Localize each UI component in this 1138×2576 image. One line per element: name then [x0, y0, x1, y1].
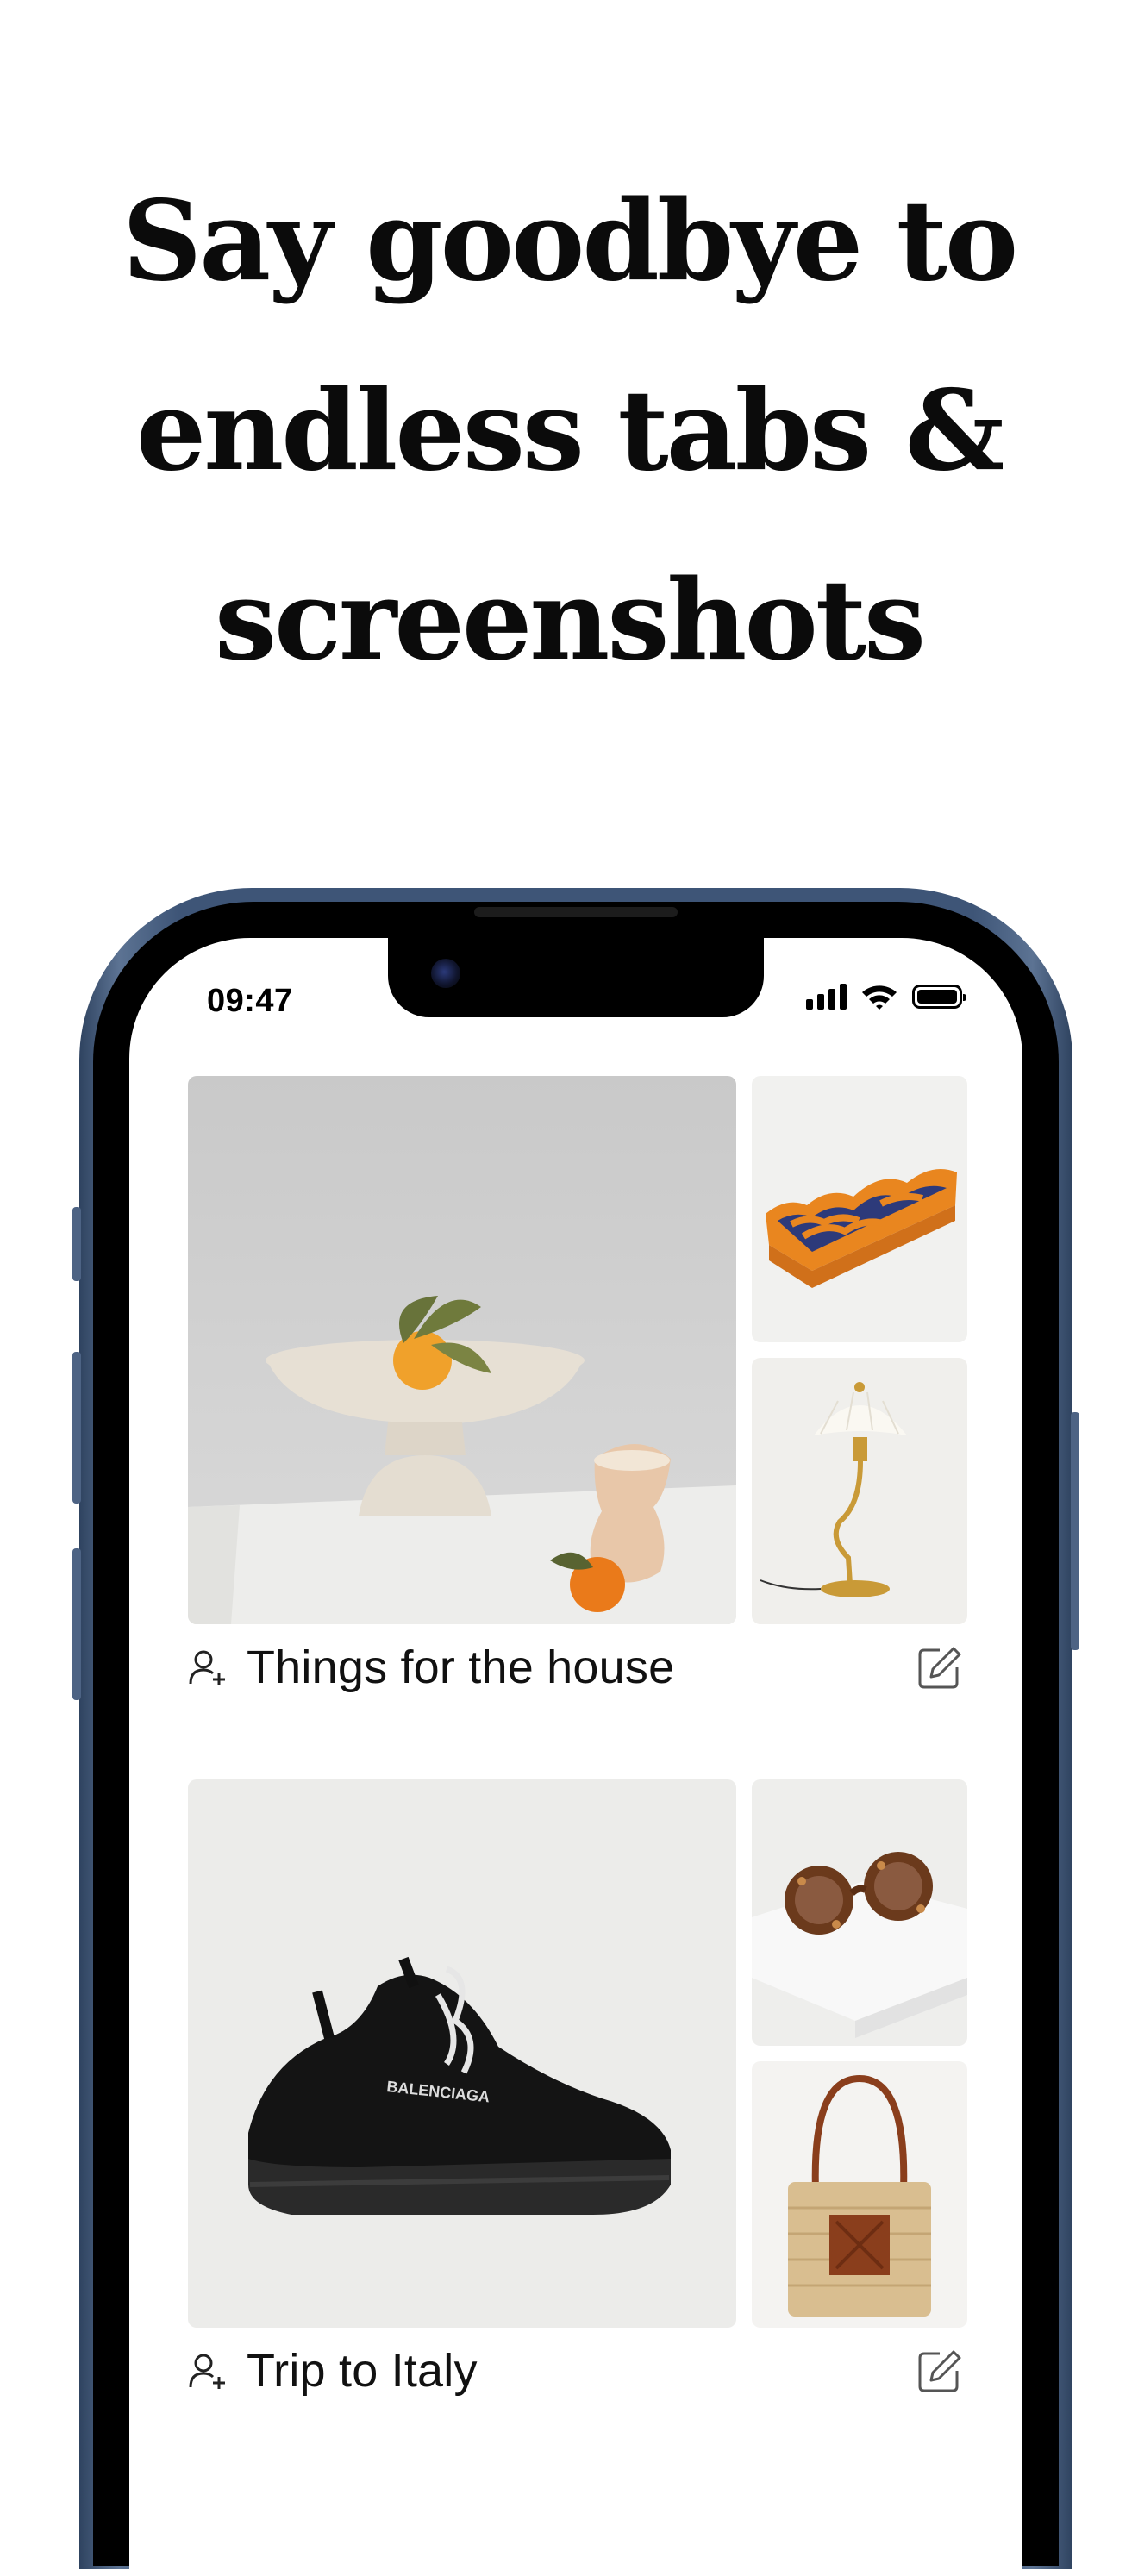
collection-image-lamp[interactable] [752, 1358, 967, 1624]
sunglasses-image [752, 1779, 967, 2046]
notch [388, 938, 764, 1017]
volume-down-button [72, 1548, 81, 1700]
battery-icon [912, 985, 966, 1009]
edit-icon[interactable] [916, 1645, 962, 1691]
phone-screen: 09:47 Things for the house BALENCIAGA Tr… [129, 938, 1022, 2576]
collection-image-main[interactable] [188, 1076, 736, 1624]
collection-image-grid[interactable] [188, 1076, 967, 1624]
status-time: 09:47 [207, 983, 293, 1019]
collection-image-tray[interactable] [752, 1076, 967, 1342]
collection-card-things-for-the-house[interactable]: Things for the house [188, 1076, 967, 1710]
sneaker-image: BALENCIAGA [188, 1779, 736, 2328]
silent-switch [72, 1207, 81, 1281]
collection-row: Trip to Italy [188, 2328, 967, 2414]
collection-card-trip-to-italy[interactable]: BALENCIAGA Trip to Italy [188, 1779, 967, 2414]
collection-image-tote[interactable] [752, 2061, 967, 2328]
collection-title: Things for the house [247, 1641, 675, 1693]
collection-title: Trip to Italy [247, 2345, 478, 2397]
headline-line-1: Say goodbye to [122, 177, 1018, 306]
signal-icon [806, 984, 847, 1010]
collection-image-sunglasses[interactable] [752, 1779, 967, 2046]
volume-up-button [72, 1352, 81, 1504]
collection-image-grid[interactable]: BALENCIAGA [188, 1779, 967, 2328]
status-icons [806, 983, 966, 1010]
ceramic-bowl-image [188, 1076, 736, 1624]
headline-line-3: screenshots [214, 556, 926, 685]
wifi-icon [862, 985, 897, 1010]
straw-tote-image [752, 2061, 967, 2328]
headline-line-2: endless tabs & [135, 366, 1005, 496]
front-camera [431, 959, 460, 988]
collection-image-main[interactable]: BALENCIAGA [188, 1779, 736, 2328]
edit-icon[interactable] [916, 2348, 962, 2395]
power-button [1071, 1412, 1079, 1650]
add-user-icon[interactable] [188, 2351, 228, 2391]
wavy-tray-image [752, 1076, 967, 1342]
collection-row: Things for the house [188, 1624, 967, 1710]
headline: Say goodbye to endless tabs & screenshot… [0, 147, 1138, 716]
table-lamp-image [752, 1358, 967, 1624]
speaker-grille [474, 907, 678, 917]
add-user-icon[interactable] [188, 1648, 228, 1687]
